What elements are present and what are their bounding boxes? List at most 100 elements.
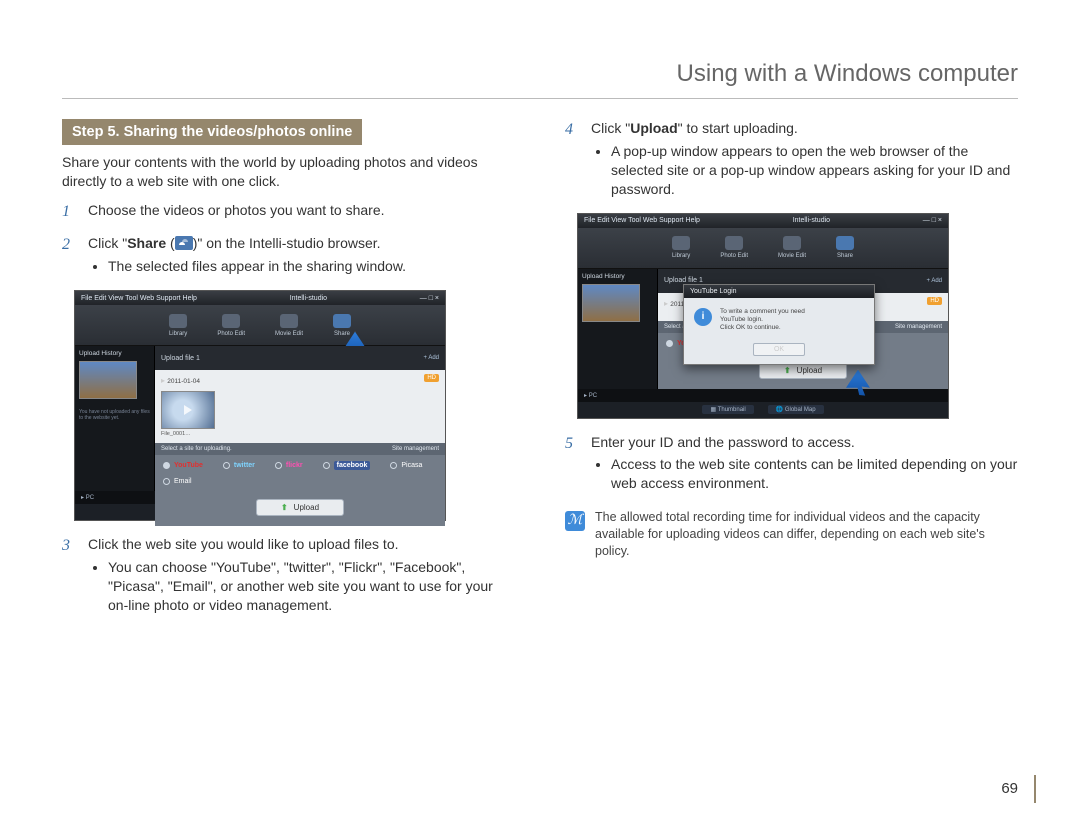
page-number-accent xyxy=(1034,775,1036,803)
toolbar-library: Library xyxy=(672,253,690,259)
site-email[interactable]: Email xyxy=(174,478,192,485)
app-toolbar: Library Photo Edit Movie Edit Share xyxy=(75,305,445,346)
window-controls-icon: — □ × xyxy=(923,217,942,224)
divider xyxy=(62,98,1018,99)
share-icon xyxy=(175,236,193,250)
step2-text-post: )" on the Intelli-studio browser. xyxy=(193,235,381,251)
toolbar-share: Share xyxy=(837,253,853,259)
site-radio-youtube[interactable] xyxy=(666,340,673,347)
video-thumbnail[interactable] xyxy=(161,391,215,429)
photo-edit-icon xyxy=(725,236,743,250)
library-icon xyxy=(169,314,187,328)
site-radio-picasa[interactable] xyxy=(390,462,397,469)
upload-arrow-icon: ⬆ xyxy=(281,503,288,512)
history-thumbnail xyxy=(582,284,640,322)
share-toolbar-icon xyxy=(333,314,351,328)
upload-button[interactable]: ⬆ Upload xyxy=(256,499,344,516)
step3-text: Click the web site you would like to upl… xyxy=(88,536,399,552)
site-flickr[interactable]: flickr xyxy=(286,462,303,469)
step-number: 5 xyxy=(565,433,581,455)
screenshot-upload-popup: File Edit View Tool Web Support Help Int… xyxy=(577,213,949,419)
app-titlebar: File Edit View Tool Web Support Help Int… xyxy=(578,214,948,228)
popup-line1: To write a comment you need xyxy=(720,308,805,316)
site-facebook[interactable]: facebook xyxy=(334,461,371,470)
page-title: Using with a Windows computer xyxy=(62,60,1018,88)
pc-label: PC xyxy=(589,393,597,399)
step2-bold: Share xyxy=(127,235,166,251)
upload-button-label: Upload xyxy=(294,503,319,512)
date-arrow-icon: ▸ xyxy=(161,376,165,385)
upload-history-title: Upload History xyxy=(582,273,653,280)
toolbar-photo-edit: Photo Edit xyxy=(217,331,245,337)
history-thumbnail xyxy=(79,361,137,399)
window-controls-icon: — □ × xyxy=(420,295,439,302)
view-globalmap-button[interactable]: 🌐 Global Map xyxy=(768,405,824,414)
upload-history-title: Upload History xyxy=(79,350,150,357)
step-number: 3 xyxy=(62,535,78,557)
site-management-link[interactable]: Site management xyxy=(392,446,439,452)
site-picasa[interactable]: Picasa xyxy=(401,462,422,469)
site-youtube[interactable]: YouTube xyxy=(174,462,203,469)
app-titlebar: File Edit View Tool Web Support Help Int… xyxy=(75,291,445,305)
upload-button-label: Upload xyxy=(797,366,822,375)
step4-sub: A pop-up window appears to open the web … xyxy=(611,142,1018,199)
step2-sub: The selected files appear in the sharing… xyxy=(108,257,515,276)
movie-edit-icon xyxy=(280,314,298,328)
step4-text-post: " to start uploading. xyxy=(678,120,798,136)
step-header: Step 5. Sharing the videos/photos online xyxy=(62,119,362,145)
thumbnail-filename: File_0001… xyxy=(161,431,439,437)
page-number: 69 xyxy=(1001,780,1018,797)
site-radio-email[interactable] xyxy=(163,478,170,485)
history-empty-note: You have not uploaded any files to the w… xyxy=(79,409,150,421)
movie-edit-icon xyxy=(783,236,801,250)
app-toolbar: Library Photo Edit Movie Edit Share xyxy=(578,228,948,269)
step-number: 4 xyxy=(565,119,581,141)
upload-arrow-icon: ⬆ xyxy=(784,366,791,375)
step4-bold: Upload xyxy=(630,120,677,136)
add-button[interactable]: + Add xyxy=(926,278,942,284)
site-twitter[interactable]: twitter xyxy=(234,462,255,469)
toolbar-library: Library xyxy=(169,331,187,337)
date-label: 2011-01-04 xyxy=(167,378,200,385)
step1-text: Choose the videos or photos you want to … xyxy=(88,202,385,218)
share-toolbar-icon xyxy=(836,236,854,250)
login-popup: YouTube Login i To write a comment you n… xyxy=(683,284,875,365)
step2-text-mid: ( xyxy=(166,235,175,251)
step-number: 2 xyxy=(62,234,78,256)
photo-edit-icon xyxy=(222,314,240,328)
note-text: The allowed total recording time for ind… xyxy=(595,509,1018,560)
screenshot-share-window: File Edit View Tool Web Support Help Int… xyxy=(74,290,446,521)
add-button[interactable]: + Add xyxy=(423,355,439,361)
app-name: Intelli-studio xyxy=(793,217,830,224)
site-radio-flickr[interactable] xyxy=(275,462,282,469)
step2-text-pre: Click " xyxy=(88,235,127,251)
note-icon: ℳ xyxy=(565,511,585,531)
toolbar-photo-edit: Photo Edit xyxy=(720,253,748,259)
toolbar-share: Share xyxy=(334,331,350,337)
step3-sub: You can choose "YouTube", "twitter", "Fl… xyxy=(108,558,515,615)
upload-file-label: Upload file 1 xyxy=(161,355,200,362)
site-radio-facebook[interactable] xyxy=(323,462,330,469)
popup-title: YouTube Login xyxy=(684,285,874,298)
toolbar-movie-edit: Movie Edit xyxy=(778,253,806,259)
app-name: Intelli-studio xyxy=(290,295,327,302)
date-arrow-icon: ▸ xyxy=(664,299,668,308)
site-radio-twitter[interactable] xyxy=(223,462,230,469)
step5-sub: Access to the web site contents can be l… xyxy=(611,455,1018,493)
hd-badge: HD xyxy=(927,297,942,305)
view-thumbnail-button[interactable]: ▦ Thumbnail xyxy=(702,405,753,414)
site-management-link[interactable]: Site management xyxy=(895,324,942,330)
app-menu: File Edit View Tool Web Support Help xyxy=(584,217,700,224)
popup-line3: Click OK to continue. xyxy=(720,324,805,332)
select-site-label: Select a site for uploading. xyxy=(161,446,232,452)
step5-text: Enter your ID and the password to access… xyxy=(591,434,855,450)
toolbar-movie-edit: Movie Edit xyxy=(275,331,303,337)
pc-label: PC xyxy=(86,495,94,501)
app-menu: File Edit View Tool Web Support Help xyxy=(81,295,197,302)
site-radio-youtube[interactable] xyxy=(163,462,170,469)
library-icon xyxy=(672,236,690,250)
popup-line2: YouTube login. xyxy=(720,316,805,324)
info-icon: i xyxy=(694,308,712,326)
popup-ok-button[interactable]: OK xyxy=(753,343,805,356)
step-number: 1 xyxy=(62,201,78,223)
